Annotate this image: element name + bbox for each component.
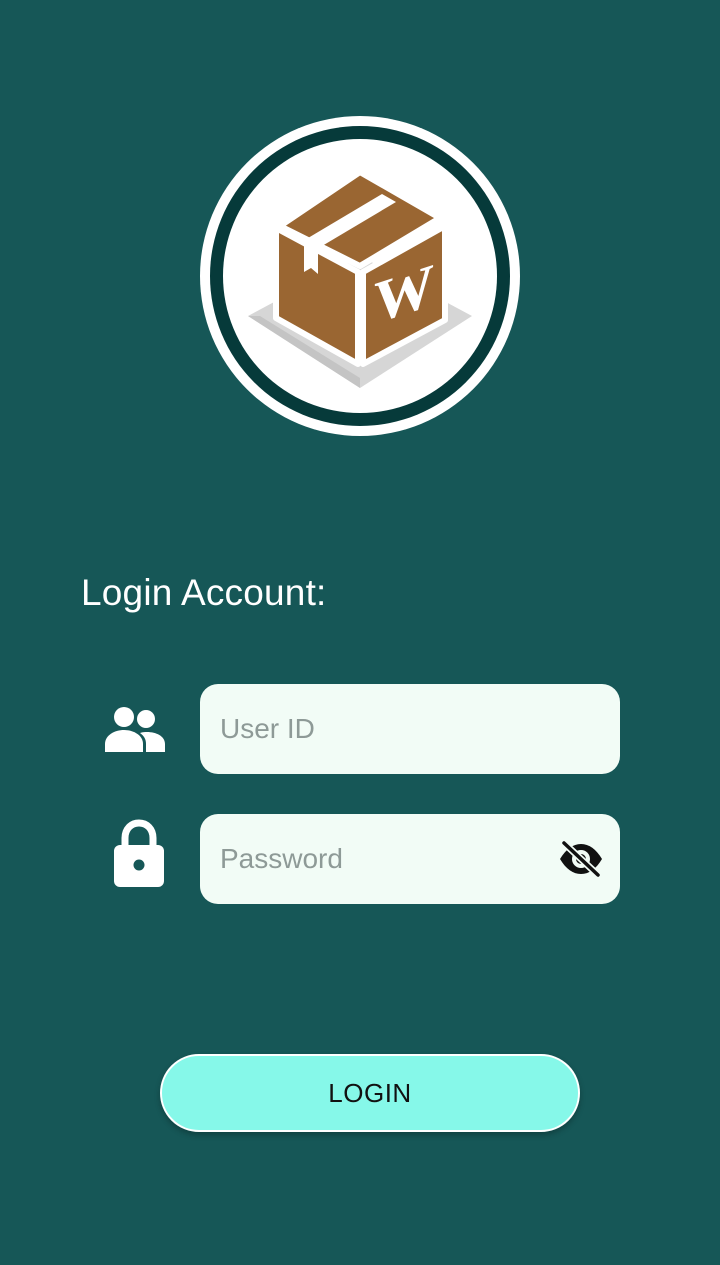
user-id-field[interactable]	[200, 684, 620, 774]
login-button[interactable]: LOGIN	[160, 1054, 580, 1132]
password-field[interactable]	[200, 814, 620, 904]
lock-icon	[110, 818, 168, 888]
login-heading: Login Account:	[81, 572, 327, 613]
users-icon	[104, 704, 166, 754]
user-id-input[interactable]	[200, 684, 620, 774]
app-logo: W	[200, 116, 520, 436]
eye-off-icon[interactable]	[556, 834, 606, 884]
